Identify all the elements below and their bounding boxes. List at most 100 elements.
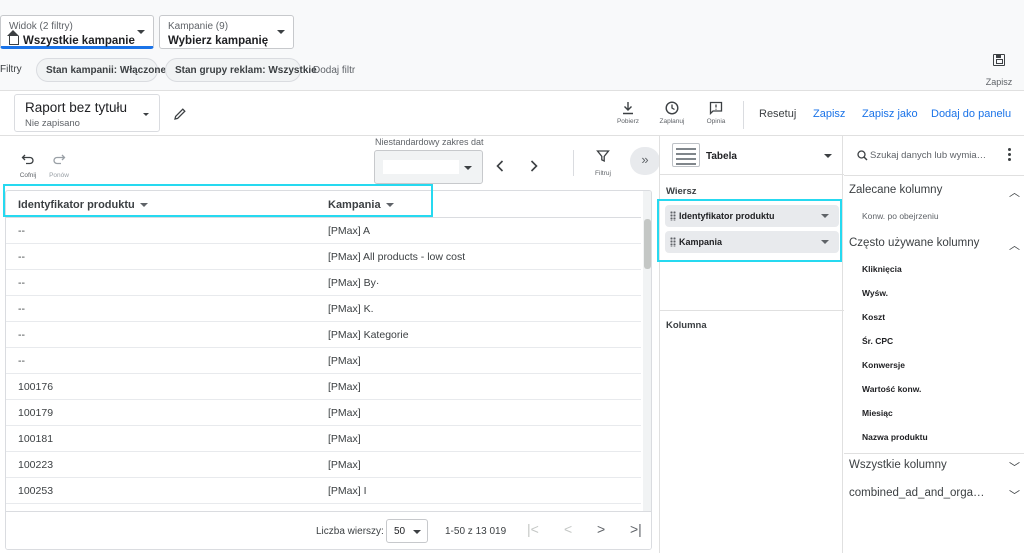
visualization-selector[interactable]: Tabela — [660, 136, 844, 175]
cell-campaign: [PMax] — [328, 355, 361, 367]
cell-campaign: [PMax] Kategorie — [328, 329, 409, 341]
table-row[interactable]: 100181 [PMax] — [6, 426, 641, 452]
field-item[interactable]: Miesiąc — [862, 408, 893, 418]
data-search-input[interactable] — [870, 150, 1000, 161]
table-row[interactable]: 100179 [PMax] — [6, 400, 641, 426]
schedule-label: Zaplanuj — [659, 118, 685, 125]
column-section-title: Kolumna — [666, 320, 707, 331]
cell-campaign: [PMax] By· — [328, 277, 380, 289]
cell-campaign: [PMax] All products - low cost — [328, 251, 466, 263]
view-selector-value: Wszystkie kampanie — [23, 35, 135, 47]
chevron-down-icon — [143, 113, 149, 116]
collapse-panel-button[interactable]: » — [630, 147, 660, 175]
campaign-selector[interactable]: Kampanie (9) Wybierz kampanię — [159, 15, 294, 49]
view-selector-label: Widok (2 filtry) — [9, 21, 73, 32]
table-row[interactable]: -- [PMax] K. — [6, 296, 641, 322]
report-title-selector[interactable]: Raport bez tytułu Nie zapisano — [14, 94, 160, 132]
cell-campaign: [PMax] — [328, 459, 361, 471]
cell-campaign: [PMax] — [328, 381, 361, 393]
table-row[interactable]: 100223 [PMax] — [6, 452, 641, 478]
chevron-down-icon[interactable]: ﹀ — [1009, 459, 1020, 475]
filters-label: Filtry — [0, 64, 22, 75]
next-page-icon[interactable]: > — [597, 521, 605, 537]
field-item[interactable]: Koszt — [862, 312, 885, 322]
filter-button[interactable]: Filtruj — [593, 149, 613, 177]
field-item[interactable]: Śr. CPC — [862, 336, 893, 346]
download-icon — [623, 102, 633, 115]
top-bar: Widok (2 filtry) Wszystkie kampanie Kamp… — [0, 0, 1024, 90]
date-range-selector[interactable] — [374, 150, 483, 184]
save-button[interactable]: Zapisz — [813, 108, 845, 120]
chevron-up-icon[interactable]: ︿ — [1009, 184, 1020, 200]
chevron-right-icon[interactable] — [529, 159, 539, 173]
date-range-value — [383, 160, 459, 174]
field-item[interactable]: Nazwa produktu — [862, 432, 928, 442]
first-page-icon[interactable]: |< — [527, 521, 539, 537]
report-toolbar: Raport bez tytułu Nie zapisano Pobierz Z… — [0, 90, 1024, 136]
reset-button[interactable]: Resetuj — [759, 108, 796, 120]
chevron-down-icon[interactable]: ﹀ — [1009, 487, 1020, 503]
undo-button[interactable]: Cofnij — [18, 152, 38, 179]
download-label: Pobierz — [616, 118, 640, 125]
toolbar-divider — [743, 101, 744, 129]
download-button[interactable]: Pobierz — [611, 101, 645, 125]
row-dims-highlight — [657, 199, 842, 262]
field-item[interactable]: Konw. po obejrzeniu — [862, 211, 939, 221]
chevron-down-icon — [277, 30, 285, 34]
feedback-icon — [709, 101, 723, 115]
last-page-icon[interactable]: >| — [630, 521, 642, 537]
rows-per-page-value: 50 — [394, 526, 406, 537]
group-title[interactable]: Wszystkie kolumny — [849, 459, 947, 471]
group-title[interactable]: Zalecane kolumny — [849, 184, 942, 196]
cell-campaign: [PMax] I — [328, 485, 367, 497]
campaign-selector-value: Wybierz kampanię — [168, 35, 269, 47]
feedback-button[interactable]: Opinia — [699, 101, 733, 125]
filter-chip-campaign-status[interactable]: Stan kampanii: Włączone — [36, 58, 166, 82]
table-viz-icon — [672, 143, 700, 167]
filter-chip-adgroup-status[interactable]: Stan grupy reklam: Wszystkie — [165, 58, 317, 82]
filter-icon — [596, 150, 610, 163]
cell-campaign: [PMax] — [328, 407, 361, 419]
prev-page-icon[interactable]: < — [564, 521, 572, 537]
field-item[interactable]: Kliknięcia — [862, 264, 902, 274]
view-selector[interactable]: Widok (2 filtry) Wszystkie kampanie — [0, 15, 154, 49]
row-section-title: Wiersz — [666, 186, 697, 197]
schedule-button[interactable]: Zaplanuj — [655, 101, 689, 125]
header-highlight — [3, 184, 433, 217]
save-as-button[interactable]: Zapisz jako — [862, 108, 918, 120]
group-divider — [844, 453, 1024, 454]
chevron-up-icon[interactable]: ︿ — [1009, 237, 1020, 253]
group-title[interactable]: combined_ad_and_orga… — [849, 487, 985, 499]
cell-product-id: -- — [18, 251, 25, 263]
table-row[interactable]: -- [PMax] Kategorie — [6, 322, 641, 348]
table-row[interactable]: -- [PMax] All products - low cost — [6, 244, 641, 270]
cell-campaign: [PMax] A — [328, 225, 371, 237]
top-save-button[interactable]: Zapisz — [984, 54, 1014, 90]
table-row[interactable]: -- [PMax] — [6, 348, 641, 374]
home-icon — [7, 30, 19, 45]
edit-pencil-icon[interactable] — [173, 107, 187, 121]
field-item[interactable]: Wyśw. — [862, 288, 888, 298]
data-table: Identyfikator produktu Kampania -- [PMax]… — [5, 190, 652, 550]
group-title[interactable]: Często używane kolumny — [849, 237, 979, 249]
field-item[interactable]: Wartość konw. — [862, 384, 921, 394]
chevron-down-icon — [824, 154, 832, 158]
table-row[interactable]: -- [PMax] By· — [6, 270, 641, 296]
more-vert-icon[interactable] — [1008, 148, 1012, 163]
top-save-label: Zapisz — [985, 77, 1013, 87]
table-scrollbar[interactable] — [643, 191, 651, 511]
table-row[interactable]: -- [PMax] A — [6, 218, 641, 244]
section-divider — [660, 310, 844, 311]
chevron-left-icon[interactable] — [495, 159, 505, 173]
table-row[interactable]: 100176 [PMax] — [6, 374, 641, 400]
scrollbar-thumb[interactable] — [644, 219, 651, 269]
add-to-panel-button[interactable]: Dodaj do panelu — [931, 108, 1011, 120]
rows-per-page-select[interactable]: 50 — [386, 519, 428, 543]
table-footer: Liczba wierszy: 50 1-50 z 13 019 |< < > … — [6, 511, 651, 549]
table-row[interactable]: 100253 [PMax] I — [6, 478, 641, 504]
add-filter-button[interactable]: Dodaj filtr — [313, 65, 355, 76]
field-item[interactable]: Konwersje — [862, 360, 905, 370]
cell-product-id: -- — [18, 303, 25, 315]
chevron-down-icon — [464, 166, 472, 170]
redo-button[interactable]: Ponów — [48, 152, 70, 179]
